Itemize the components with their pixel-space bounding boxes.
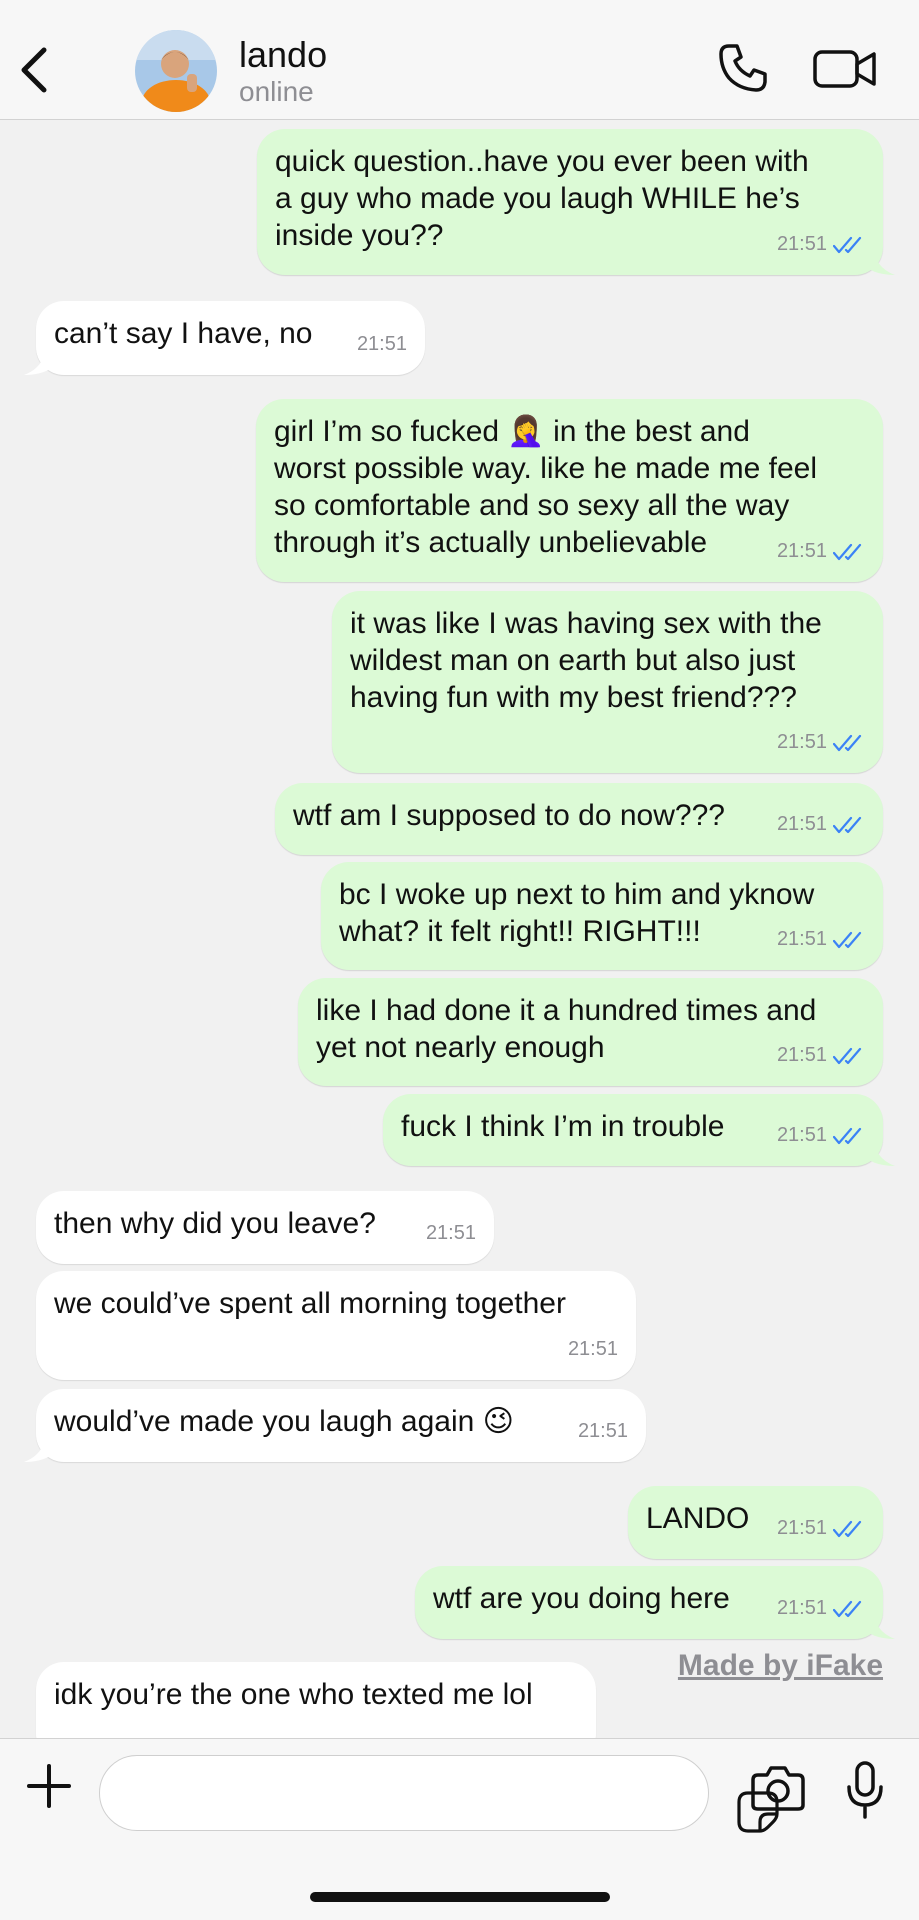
double-check-icon [833,816,862,833]
message-text: would’ve made you laugh again 😉 [54,1405,514,1438]
bubble-tail [24,1442,50,1462]
chat-header: lando online [0,0,919,120]
home-indicator[interactable] [310,1892,610,1902]
video-camera-icon [813,50,876,88]
watermark: Made by iFake [677,1649,883,1682]
double-check-icon [833,1520,862,1537]
message-meta: 21:51 [777,1590,865,1627]
microphone-button[interactable] [846,1761,884,1819]
message-meta: 21:51 [578,1413,628,1450]
message-incoming[interactable]: would’ve made you laugh again 😉 21:51 [24,1389,646,1462]
message-outgoing[interactable]: fuck I think I’m in trouble 21:51 [383,1094,895,1166]
message-meta: 21:51 [777,533,865,570]
message-text: we could’ve spent all morning together [54,1287,566,1320]
message-outgoing[interactable]: girl I’m so fucked 🤦‍♀️ in the best and … [256,399,883,582]
message-meta: 21:51 [777,1510,865,1547]
message-meta: 21:51 [777,1117,865,1154]
video-call-button[interactable] [812,44,878,94]
attach-button[interactable] [24,1761,74,1811]
message-meta: 21:51 [568,1331,618,1368]
bubble-tail [869,1146,895,1166]
camera-icon [751,1766,805,1811]
double-check-icon [833,543,862,560]
message-incoming[interactable]: we could’ve spent all morning together 2… [36,1271,636,1380]
message-input[interactable] [124,1756,624,1830]
message-meta: 21:51 [777,921,865,958]
camera-button[interactable] [750,1763,806,1813]
message-meta: 21:51 [357,326,407,363]
double-check-icon [833,236,862,253]
contact-status: online [239,76,314,107]
message-outgoing[interactable]: wtf am I supposed to do now??? 21:51 [275,783,883,855]
message-time: 21:51 [776,1044,827,1066]
message-incoming[interactable]: idk you’re the one who texted me lol [36,1662,596,1738]
message-outgoing[interactable]: like I had done it a hundred times and y… [298,978,883,1086]
double-check-icon [833,1127,862,1144]
message-time: 21:51 [567,1338,618,1360]
avatar[interactable] [135,30,217,112]
message-outgoing[interactable]: LANDO 21:51 [628,1486,883,1559]
phone-icon [719,44,767,92]
message-outgoing[interactable]: quick question..have you ever been with … [257,129,895,275]
microphone-icon [847,1761,883,1819]
message-incoming[interactable]: then why did you leave? 21:51 [36,1191,494,1264]
message-meta: 21:51 [777,724,865,761]
double-check-icon [833,1047,862,1064]
message-time: 21:51 [776,233,827,255]
message-input-wrapper [99,1755,779,1833]
message-time: 21:51 [776,1124,827,1146]
plus-icon [27,1764,71,1808]
bubble-tail [24,355,50,375]
message-outgoing[interactable]: bc I woke up next to him and yknow what?… [321,862,883,970]
double-check-icon [833,734,862,751]
bubble-tail [869,255,895,275]
contact-name[interactable]: lando [239,34,327,76]
message-text: idk you’re the one who texted me lol [54,1678,533,1711]
message-time: 21:51 [776,813,827,835]
message-meta: 21:51 [777,226,865,263]
message-time: 21:51 [776,928,827,950]
message-outgoing[interactable]: it was like I was having sex with the wi… [332,591,883,773]
back-button[interactable] [14,44,58,96]
bubble-tail [869,1619,895,1639]
message-meta: 21:51 [777,1037,865,1074]
message-time: 21:51 [356,333,407,355]
message-text: it was like I was having sex with the wi… [350,607,822,714]
message-time: 21:51 [425,1222,476,1244]
chevron-left-icon [21,47,47,93]
message-outgoing[interactable]: wtf are you doing here 21:51 [415,1566,895,1639]
message-meta: 21:51 [777,806,865,843]
double-check-icon [833,931,862,948]
call-button[interactable] [715,40,771,96]
message-time: 21:51 [776,540,827,562]
double-check-icon [833,1600,862,1617]
message-time: 21:51 [776,731,827,753]
message-incoming[interactable]: can’t say I have, no 21:51 [24,301,425,375]
message-time: 21:51 [577,1420,628,1442]
message-time: 21:51 [776,1517,827,1539]
message-time: 21:51 [776,1597,827,1619]
message-list[interactable]: quick question..have you ever been with … [0,121,919,1738]
message-meta: 21:51 [426,1215,476,1252]
